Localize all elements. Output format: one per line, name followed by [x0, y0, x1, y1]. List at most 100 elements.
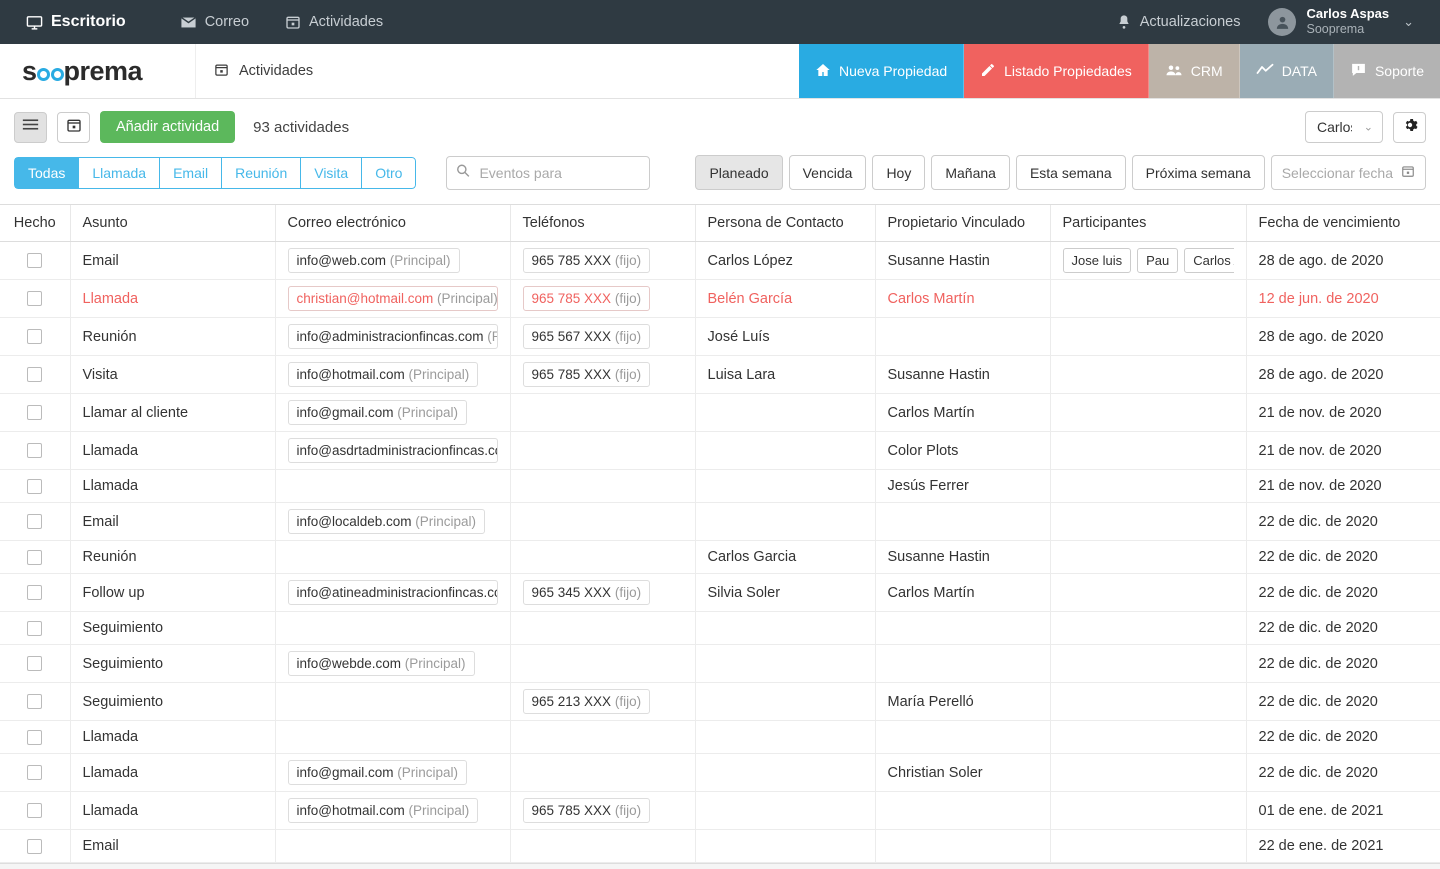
- brand-logo[interactable]: s prema: [0, 44, 195, 98]
- table-row[interactable]: Llamada Jesús Ferrer 21 de nov. de 2020: [0, 469, 1440, 503]
- done-checkbox[interactable]: [27, 443, 43, 459]
- nav-tab-listado-propiedades[interactable]: Listado Propiedades: [964, 44, 1149, 98]
- nav-tab-soporte[interactable]: Soporte: [1333, 44, 1440, 98]
- add-activity-button[interactable]: Añadir actividad: [100, 111, 236, 143]
- nav-tab-nueva-propiedad[interactable]: Nueva Propiedad: [798, 44, 965, 98]
- done-checkbox[interactable]: [27, 405, 43, 421]
- date-filter-esta-semana[interactable]: Esta semana: [1015, 155, 1126, 190]
- email-pill[interactable]: info@localdeb.com (Principal): [287, 509, 486, 534]
- topbar-item-actualizaciones[interactable]: Actualizaciones: [1106, 0, 1251, 44]
- list-view-button[interactable]: [14, 111, 47, 143]
- participant-tag[interactable]: Jose luis: [1062, 248, 1132, 273]
- table-row[interactable]: Visita info@hotmail.com (Principal) 965 78…: [0, 355, 1440, 394]
- chevron-down-icon[interactable]: ⌄: [1399, 14, 1424, 30]
- table-row[interactable]: Seguimiento 965 213 XXX (fijo) María Perel…: [0, 682, 1440, 721]
- phone-pill[interactable]: 965 567 XXX (fijo): [522, 324, 651, 349]
- phone-pill[interactable]: 965 785 XXX (fijo): [522, 248, 651, 273]
- filter-type-visita[interactable]: Visita: [300, 156, 362, 189]
- filter-type-todas[interactable]: Todas: [14, 156, 79, 189]
- date-picker[interactable]: Seleccionar fecha: [1270, 155, 1426, 190]
- table-row[interactable]: Seguimiento 22 de dic. de 2020: [0, 611, 1440, 645]
- done-checkbox[interactable]: [27, 253, 43, 269]
- column-header-asunto[interactable]: Asunto: [70, 205, 276, 242]
- done-checkbox[interactable]: [27, 694, 43, 710]
- date-filter-planeado[interactable]: Planeado: [695, 155, 783, 190]
- table-row[interactable]: Email info@localdeb.com (Principal) 22 de …: [0, 502, 1440, 541]
- done-checkbox[interactable]: [27, 765, 43, 781]
- email-pill[interactable]: info@atineadministracionfincas.com (Pri: [287, 580, 498, 605]
- table-row[interactable]: Follow up info@atineadministracionfincas.…: [0, 573, 1440, 612]
- calendar-view-button[interactable]: [57, 111, 90, 143]
- phone-pill[interactable]: 965 785 XXX (fijo): [522, 362, 651, 387]
- done-checkbox[interactable]: [27, 514, 43, 530]
- done-checkbox[interactable]: [27, 367, 43, 383]
- date-filter-manana[interactable]: Mañana: [931, 155, 1010, 190]
- settings-button[interactable]: [1393, 111, 1426, 143]
- table-row[interactable]: Llamar al cliente info@gmail.com (Princip…: [0, 393, 1440, 432]
- email-pill[interactable]: info@hotmail.com (Principal): [287, 362, 479, 387]
- column-header-correo-electronico[interactable]: Correo electrónico: [275, 205, 511, 242]
- done-checkbox[interactable]: [27, 803, 43, 819]
- table-row[interactable]: Email info@web.com (Principal) 965 785 XXX…: [0, 241, 1440, 280]
- date-filter-vencida[interactable]: Vencida: [788, 155, 867, 190]
- filter-type-otro[interactable]: Otro: [361, 156, 417, 189]
- done-checkbox[interactable]: [27, 729, 43, 745]
- done-checkbox[interactable]: [27, 620, 43, 636]
- done-checkbox[interactable]: [27, 656, 43, 672]
- date-filter-proxima-semana[interactable]: Próxima semana: [1131, 155, 1265, 190]
- email-pill[interactable]: info@hotmail.com (Principal): [287, 798, 479, 823]
- table-row[interactable]: Reunión Carlos Garcia Susanne Hastin 22 de …: [0, 540, 1440, 574]
- email-pill[interactable]: christian@hotmail.com (Principal): [287, 286, 498, 311]
- nav-tab-data[interactable]: DATA: [1239, 44, 1334, 98]
- topbar-item-correo[interactable]: Correo: [170, 0, 259, 44]
- done-checkbox[interactable]: [27, 478, 43, 494]
- filter-type-llamada[interactable]: Llamada: [78, 156, 160, 189]
- topbar-item-escritorio[interactable]: Escritorio: [16, 0, 136, 44]
- table-row[interactable]: Llamada info@gmail.com (Principal) Christi…: [0, 753, 1440, 792]
- done-checkbox[interactable]: [27, 291, 43, 307]
- cell-asunto: Email: [70, 241, 276, 280]
- column-header-propietario-vinculado[interactable]: Propietario Vinculado: [875, 205, 1051, 242]
- phone-pill[interactable]: 965 213 XXX (fijo): [522, 689, 651, 714]
- search-input[interactable]: [446, 155, 651, 190]
- phone-tag: (fijo): [614, 329, 642, 344]
- topbar-item-actividades[interactable]: Actividades: [275, 0, 393, 44]
- table-row[interactable]: Llamada info@asdrtadministracionfincas.co…: [0, 431, 1440, 470]
- cell-asunto: Follow up: [70, 573, 276, 612]
- column-header-telefonos[interactable]: Teléfonos: [510, 205, 696, 242]
- date-filter-hoy[interactable]: Hoy: [872, 155, 926, 190]
- done-checkbox[interactable]: [27, 585, 43, 601]
- column-header-persona-de-contacto[interactable]: Persona de Contacto: [695, 205, 876, 242]
- column-header-fecha-de-vencimiento[interactable]: Fecha de vencimiento: [1246, 205, 1440, 242]
- email-pill[interactable]: info@web.com (Principal): [287, 248, 460, 273]
- cell-persona-de-contacto: [695, 502, 876, 541]
- owner-filter-select[interactable]: Carlos: [1305, 111, 1383, 143]
- table-row[interactable]: Llamada 22 de dic. de 2020: [0, 720, 1440, 754]
- phone-pill[interactable]: 965 785 XXX (fijo): [522, 286, 651, 311]
- phone-pill[interactable]: 965 785 XXX (fijo): [522, 798, 651, 823]
- table-row[interactable]: Llamada christian@hotmail.com (Principal)…: [0, 279, 1440, 318]
- cell-fecha-de-vencimiento: 22 de dic. de 2020: [1246, 573, 1440, 612]
- table-row[interactable]: Email 22 de ene. de 2021: [0, 829, 1440, 863]
- email-pill[interactable]: info@webde.com (Principal): [287, 651, 475, 676]
- done-checkbox[interactable]: [27, 838, 43, 854]
- table-row[interactable]: Llamada info@hotmail.com (Principal) 965 7…: [0, 791, 1440, 830]
- participant-tag[interactable]: Carlos Aspa: [1184, 248, 1234, 273]
- column-header-participantes[interactable]: Participantes: [1050, 205, 1247, 242]
- table-row[interactable]: Seguimiento info@webde.com (Principal) 22 …: [0, 644, 1440, 683]
- nav-tab-crm[interactable]: CRM: [1148, 44, 1240, 98]
- email-pill[interactable]: info@gmail.com (Principal): [287, 400, 468, 425]
- cell-persona-de-contacto: [695, 682, 876, 721]
- table-row[interactable]: Reunión info@administracionfincas.com (Pr…: [0, 317, 1440, 356]
- done-checkbox[interactable]: [27, 329, 43, 345]
- phone-pill[interactable]: 965 345 XXX (fijo): [522, 580, 651, 605]
- column-header-hecho[interactable]: Hecho: [0, 205, 71, 242]
- email-pill[interactable]: info@administracionfincas.com (Principa: [287, 324, 498, 349]
- participant-tag[interactable]: Pau: [1137, 248, 1179, 273]
- filter-type-reunion[interactable]: Reunión: [221, 156, 301, 189]
- user-menu[interactable]: Carlos Aspas Sooprema: [1254, 6, 1395, 36]
- email-pill[interactable]: info@gmail.com (Principal): [287, 760, 468, 785]
- done-checkbox[interactable]: [27, 549, 43, 565]
- filter-type-email[interactable]: Email: [159, 156, 222, 189]
- email-pill[interactable]: info@asdrtadministracionfincas.com (Pri: [287, 438, 498, 463]
